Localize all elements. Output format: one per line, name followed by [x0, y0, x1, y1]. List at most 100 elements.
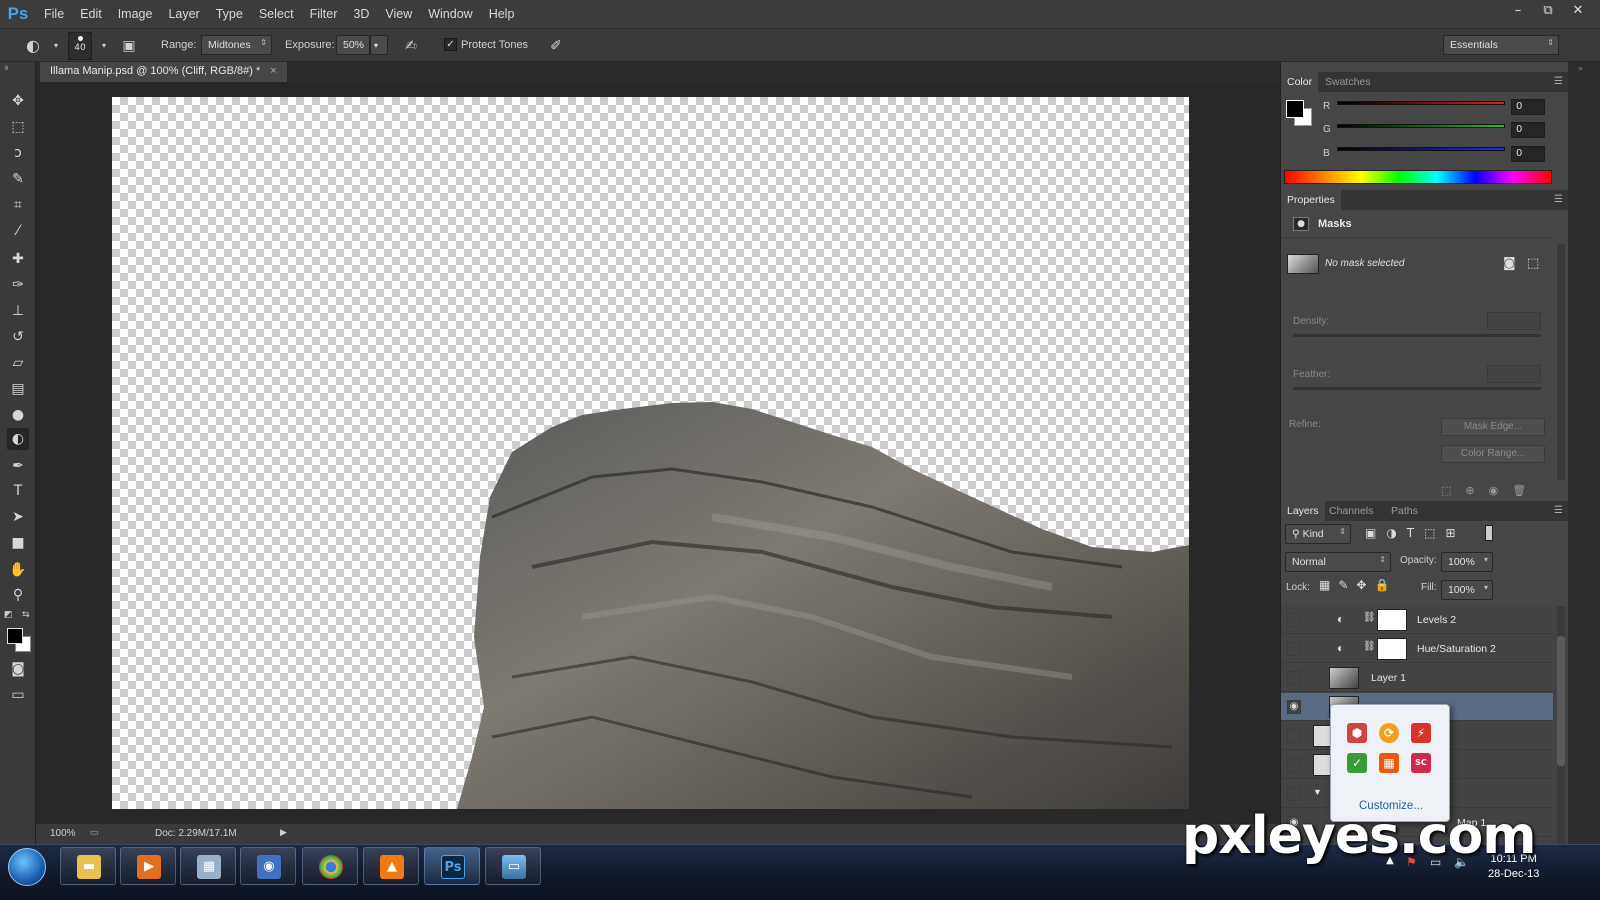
- crop-tool-button[interactable]: ⌗: [7, 194, 29, 216]
- properties-scrollbar[interactable]: [1557, 244, 1565, 480]
- lock-icons[interactable]: ▦✎✥🔒: [1319, 578, 1397, 592]
- taskbar-photoshop[interactable]: Ps: [424, 847, 480, 885]
- zoom-level[interactable]: 100%: [50, 828, 76, 839]
- tab-swatches[interactable]: Swatches: [1319, 72, 1377, 92]
- pressure-size-icon[interactable]: ✐: [546, 36, 566, 56]
- menu-edit[interactable]: Edit: [72, 7, 110, 21]
- taskbar-explorer[interactable]: ▬: [60, 847, 116, 885]
- feather-input[interactable]: [1487, 365, 1541, 383]
- brush-size-picker[interactable]: 40: [68, 32, 92, 60]
- dodge-tool-button[interactable]: ◐: [7, 428, 29, 450]
- chain-link-icon[interactable]: ⛓: [1363, 612, 1376, 623]
- layer-mask-thumbnail[interactable]: [1377, 638, 1407, 660]
- r-value[interactable]: 0: [1511, 99, 1545, 115]
- layer-thumbnail[interactable]: [1329, 667, 1359, 689]
- menu-filter[interactable]: Filter: [302, 7, 346, 21]
- menu-file[interactable]: File: [36, 7, 72, 21]
- menu-layer[interactable]: Layer: [160, 7, 207, 21]
- taskbar-photo-viewer[interactable]: ▭: [485, 847, 541, 885]
- marquee-tool-button[interactable]: ⬚: [7, 116, 29, 138]
- mask-edge-button[interactable]: Mask Edge...: [1441, 418, 1545, 436]
- visibility-toggle[interactable]: [1287, 787, 1301, 801]
- hand-tool-button[interactable]: ✋: [7, 559, 29, 581]
- properties-footer-icons[interactable]: ⬚⊕◉🗑: [1441, 484, 1540, 497]
- quick-selection-tool-button[interactable]: ✎: [7, 168, 29, 190]
- fill-input[interactable]: 100% ▾: [1441, 580, 1493, 600]
- menu-window[interactable]: Window: [420, 7, 480, 21]
- close-button[interactable]: ✕: [1564, 2, 1592, 20]
- layers-scrollbar[interactable]: [1557, 606, 1565, 844]
- brush-panel-toggle-icon[interactable]: ▣: [119, 36, 139, 56]
- menu-help[interactable]: Help: [481, 7, 523, 21]
- range-select[interactable]: Midtones ⇕: [201, 35, 272, 55]
- tab-layers[interactable]: Layers: [1281, 501, 1325, 521]
- dodge-tool-preset-icon[interactable]: ◐: [20, 36, 46, 56]
- expand-panels-icon[interactable]: »: [1578, 64, 1583, 73]
- blend-mode-select[interactable]: Normal ⇕: [1285, 552, 1391, 572]
- flash-tray-icon[interactable]: ⚡: [1411, 723, 1431, 743]
- tab-color[interactable]: Color: [1281, 72, 1319, 92]
- history-brush-tool-button[interactable]: ↺: [7, 326, 29, 348]
- lasso-tool-button[interactable]: ↄ: [7, 142, 29, 164]
- clone-stamp-tool-button[interactable]: ⊥: [7, 300, 29, 322]
- visibility-toggle[interactable]: [1287, 613, 1301, 627]
- visibility-toggle[interactable]: [1287, 758, 1301, 772]
- swap-colors-icon[interactable]: ⇆: [22, 610, 30, 620]
- restore-button[interactable]: ⧉: [1534, 2, 1562, 20]
- density-input[interactable]: [1487, 312, 1541, 330]
- chain-link-icon[interactable]: ⛓: [1363, 641, 1376, 652]
- expand-group-icon[interactable]: ▼: [1313, 787, 1322, 797]
- feather-slider[interactable]: [1293, 387, 1541, 390]
- blur-tool-button[interactable]: ●: [7, 404, 29, 426]
- healing-brush-tool-button[interactable]: ✚: [7, 248, 29, 270]
- foreground-color-swatch[interactable]: [7, 628, 23, 644]
- panel-menu-icon[interactable]: ☰: [1554, 76, 1563, 87]
- screen-mode-icon[interactable]: ▭: [7, 684, 29, 706]
- toolbar-expand-icon[interactable]: »: [0, 62, 36, 72]
- pen-tool-button[interactable]: ✒: [7, 455, 29, 477]
- g-slider[interactable]: [1337, 124, 1505, 128]
- gradient-tool-button[interactable]: ▤: [7, 378, 29, 400]
- pixel-mask-icon[interactable]: ◙: [1503, 256, 1516, 271]
- eyedropper-tool-button[interactable]: ⁄: [7, 220, 29, 242]
- vector-mask-icon[interactable]: ⬚: [1527, 256, 1539, 271]
- tab-properties[interactable]: Properties: [1281, 190, 1341, 210]
- scrollbar-thumb[interactable]: [1557, 636, 1565, 766]
- quick-mask-icon[interactable]: ◙: [7, 658, 29, 680]
- sc-tray-icon[interactable]: SC: [1411, 753, 1431, 773]
- zoom-tool-button[interactable]: ⚲: [7, 584, 29, 606]
- windows-start-button[interactable]: [8, 848, 46, 886]
- b-value[interactable]: 0: [1511, 146, 1545, 162]
- visibility-toggle[interactable]: [1287, 671, 1301, 685]
- color-fg-swatch[interactable]: [1286, 100, 1304, 118]
- exposure-input[interactable]: 50%: [336, 35, 370, 55]
- layer-row[interactable]: ◐ ⛓ Levels 2: [1281, 606, 1553, 634]
- eye-icon[interactable]: ◉: [1287, 700, 1301, 714]
- b-slider[interactable]: [1337, 147, 1505, 151]
- document-tab[interactable]: Illama Manip.psd @ 100% (Cliff, RGB/8#) …: [40, 62, 287, 82]
- layer-filter-select[interactable]: ⚲ Kind ⇕: [1285, 524, 1351, 544]
- taskbar-chrome[interactable]: [302, 847, 358, 885]
- menu-3d[interactable]: 3D: [345, 7, 377, 21]
- path-selection-tool-button[interactable]: ➤: [7, 506, 29, 528]
- app-tray-icon[interactable]: ▦: [1379, 753, 1399, 773]
- menu-type[interactable]: Type: [208, 7, 251, 21]
- menu-image[interactable]: Image: [110, 7, 161, 21]
- density-slider[interactable]: [1293, 334, 1541, 337]
- security-tray-icon[interactable]: ✓: [1347, 753, 1367, 773]
- tab-paths[interactable]: Paths: [1385, 501, 1424, 521]
- eraser-tool-button[interactable]: ▱: [7, 352, 29, 374]
- workspace-select[interactable]: Essentials ⇕: [1443, 35, 1559, 55]
- default-colors-icon[interactable]: ◩: [4, 610, 13, 620]
- exposure-dropdown[interactable]: ▾: [370, 35, 388, 55]
- taskbar-media-player[interactable]: ▶: [120, 847, 176, 885]
- r-slider[interactable]: [1337, 101, 1505, 105]
- antivirus-tray-icon[interactable]: ⬢: [1347, 723, 1367, 743]
- layer-row[interactable]: ◐ ⛓ Hue/Saturation 2: [1281, 635, 1553, 663]
- visibility-toggle[interactable]: [1287, 729, 1301, 743]
- document-canvas[interactable]: [112, 97, 1189, 809]
- tab-channels[interactable]: Channels: [1323, 501, 1379, 521]
- layer-filter-icons[interactable]: ▣◑T⬚⊞: [1365, 526, 1466, 540]
- close-tab-icon[interactable]: ×: [270, 65, 276, 77]
- layer-row[interactable]: Layer 1: [1281, 664, 1553, 692]
